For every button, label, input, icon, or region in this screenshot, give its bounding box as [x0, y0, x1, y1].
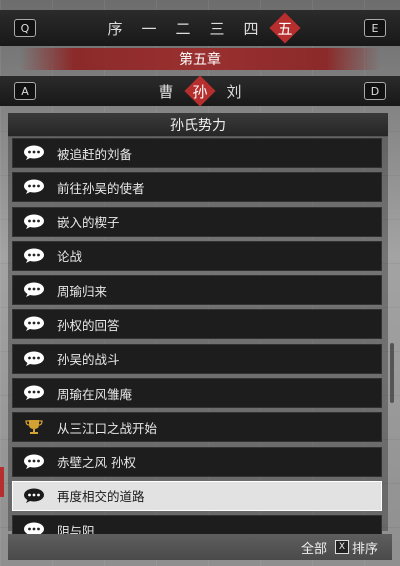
- faction-tab-label: 孙: [192, 82, 208, 101]
- chapter-tab-label: 五: [277, 19, 293, 38]
- panel-title: 孙氏势力: [8, 113, 388, 137]
- event-item[interactable]: 周瑜归来: [12, 275, 382, 306]
- event-item[interactable]: 被追赶的刘备: [12, 138, 382, 168]
- event-item[interactable]: 孙吴的战斗: [12, 343, 382, 374]
- event-label: 孙权的回答: [57, 317, 120, 333]
- sort-label: 排序: [351, 541, 378, 557]
- speech-bubble-icon: [23, 316, 45, 332]
- faction-tab-label: 曹: [158, 82, 174, 101]
- footer-bar: 全部 X 排序: [8, 534, 392, 560]
- chapter-title: 第五章: [20, 48, 380, 70]
- chapter-tab-label: 一: [141, 19, 157, 38]
- faction-tab-0[interactable]: 曹: [151, 76, 181, 106]
- chapter-prev-key[interactable]: Q: [14, 19, 36, 37]
- event-item[interactable]: 赤壁之风 孙权: [12, 446, 382, 477]
- chapter-tab-5[interactable]: 五: [270, 13, 300, 43]
- faction-next-key[interactable]: D: [364, 82, 386, 100]
- chapter-tab-4[interactable]: 四: [236, 13, 266, 43]
- speech-bubble-icon: [23, 179, 45, 195]
- chapter-tab-label: 序: [107, 19, 123, 38]
- event-label: 赤壁之风 孙权: [57, 455, 136, 471]
- event-label: 从三江口之战开始: [57, 420, 158, 436]
- event-item[interactable]: 论战: [12, 240, 382, 271]
- speech-bubble-icon: [23, 214, 45, 230]
- event-label: 周瑜在风雏庵: [57, 386, 133, 402]
- speech-bubble-icon: [23, 282, 45, 298]
- event-item[interactable]: 再度相交的道路: [12, 480, 382, 511]
- faction-tab-1[interactable]: 孙: [185, 76, 215, 106]
- speech-bubble-icon: [23, 385, 45, 401]
- event-label: 孙吴的战斗: [57, 352, 120, 368]
- chapter-next-key[interactable]: E: [364, 19, 386, 37]
- chapter-tab-2[interactable]: 二: [168, 13, 198, 43]
- faction-nav: A 曹孙刘 D: [0, 76, 400, 106]
- event-list[interactable]: 被追赶的刘备 前往孙吴的使者 嵌入的楔子论战周瑜归来孙权的回答孙吴的战斗周瑜在风雏庵…: [12, 138, 382, 550]
- chapter-tab-1[interactable]: 一: [134, 13, 164, 43]
- speech-bubble-icon: [23, 488, 45, 504]
- event-panel: 孙氏势力 被追赶的刘备 前往孙吴的使者 嵌入的楔子论战周瑜归来孙权的回答孙吴的战斗周…: [8, 113, 394, 546]
- event-label: 嵌入的楔子: [57, 215, 120, 231]
- faction-prev-key[interactable]: A: [14, 82, 36, 100]
- chapter-nav: Q 序一二三四五 E: [0, 10, 400, 46]
- chapter-tabs: 序一二三四五: [100, 13, 300, 43]
- trophy-icon: [23, 419, 45, 435]
- faction-tab-label: 刘: [226, 82, 242, 101]
- faction-tab-2[interactable]: 刘: [219, 76, 249, 106]
- chapter-tab-label: 三: [209, 19, 225, 38]
- speech-bubble-icon: [23, 248, 45, 264]
- faction-tabs: 曹孙刘: [151, 76, 249, 106]
- speech-bubble-icon: [23, 454, 45, 470]
- event-item[interactable]: 前往孙吴的使者: [12, 172, 382, 203]
- event-label: 被追赶的刘备: [57, 146, 133, 162]
- event-item[interactable]: 周瑜在风雏庵: [12, 378, 382, 409]
- event-label: 前往孙吴的使者: [57, 180, 145, 196]
- selection-marker: [0, 467, 4, 497]
- speech-bubble-icon: [23, 145, 45, 161]
- event-item[interactable]: 孙权的回答: [12, 309, 382, 340]
- event-label: 再度相交的道路: [57, 489, 145, 505]
- sort-button[interactable]: X 排序: [334, 538, 378, 557]
- speech-bubble-icon: [23, 351, 45, 367]
- scrollbar[interactable]: [390, 343, 394, 403]
- sort-key-icon: X: [334, 540, 349, 554]
- chapter-tab-0[interactable]: 序: [100, 13, 130, 43]
- event-item[interactable]: 嵌入的楔子: [12, 206, 382, 237]
- event-label: 论战: [57, 249, 83, 265]
- event-item[interactable]: 从三江口之战开始: [12, 412, 382, 443]
- chapter-tab-label: 二: [175, 19, 191, 38]
- chapter-tab-3[interactable]: 三: [202, 13, 232, 43]
- chapter-tab-label: 四: [243, 19, 259, 38]
- filter-all-button[interactable]: 全部: [301, 538, 327, 557]
- event-label: 周瑜归来: [57, 283, 108, 299]
